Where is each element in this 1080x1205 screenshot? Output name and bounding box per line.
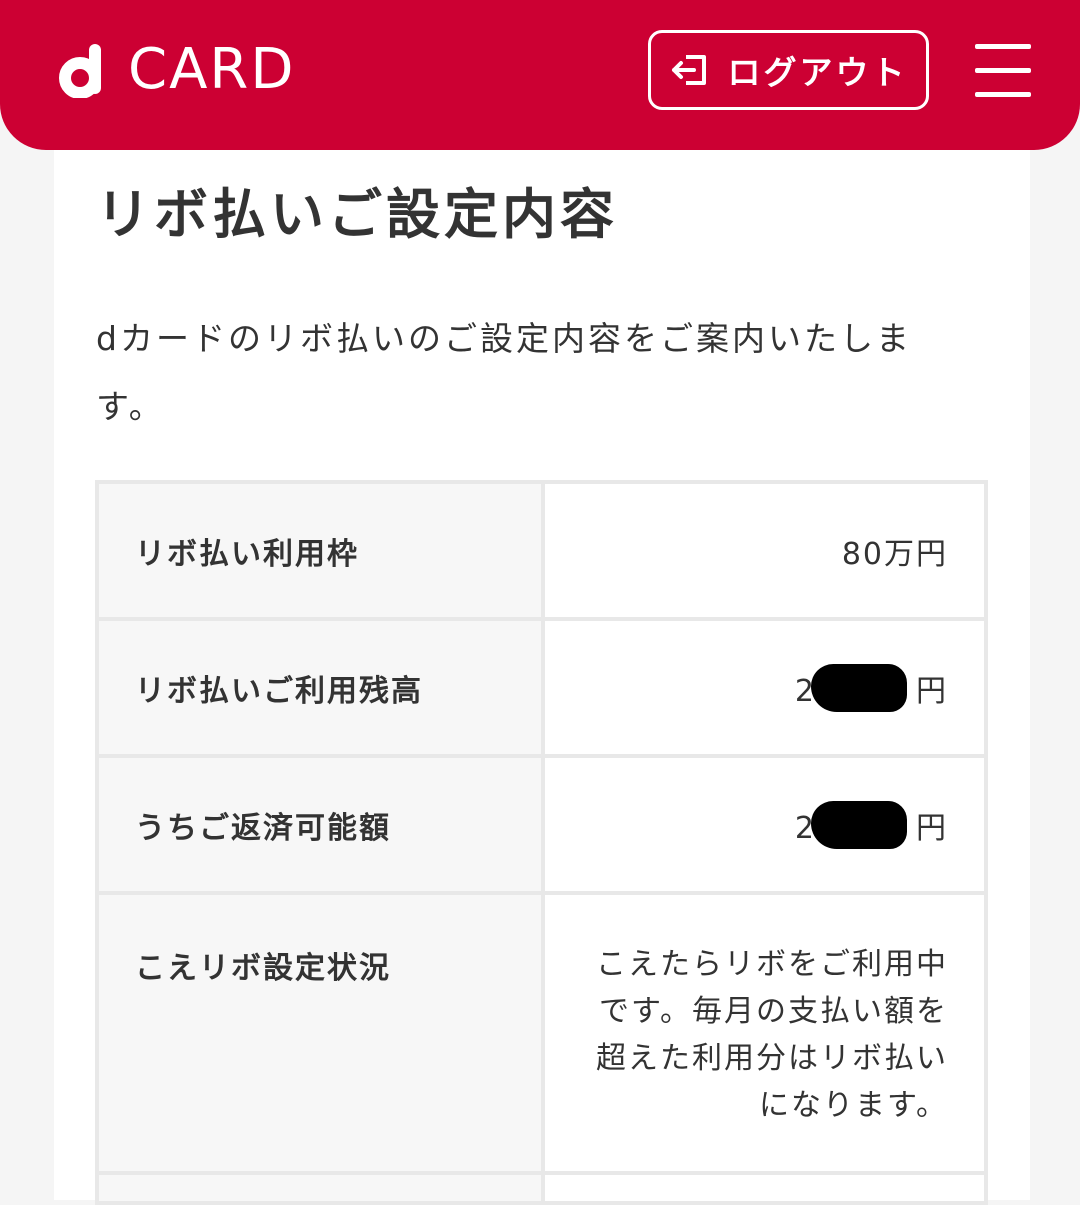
table-row: こえリボ設定状況 こえたらリボをご利用中です。毎月の支払い額を超えた利用分はリボ…: [95, 891, 988, 1175]
menu-line: [975, 92, 1031, 97]
row-label: [95, 1171, 545, 1205]
menu-line: [975, 44, 1031, 49]
hamburger-menu-icon[interactable]: [975, 44, 1031, 98]
row-label: リボ払い利用枠: [95, 480, 545, 621]
page-title: リボ払いご設定内容: [96, 183, 618, 246]
logout-button[interactable]: ログアウト: [648, 30, 929, 110]
table-row: リボ払いご利用残高 2円: [95, 617, 988, 758]
table-row: [95, 1171, 988, 1205]
table-row: うちご返済可能額 2円: [95, 754, 988, 895]
row-value: 2円: [541, 617, 988, 758]
logo-text: CARD: [128, 37, 296, 102]
row-label: こえリボ設定状況: [95, 891, 545, 1175]
intro-text: dカードのリボ払いのご設定内容をご案内いたします。: [96, 319, 912, 426]
redaction-mark: [810, 663, 907, 712]
redaction-mark: [810, 800, 907, 849]
row-label: うちご返済可能額: [95, 754, 545, 895]
d-logo-icon: [59, 44, 101, 98]
redacted-amount: 2: [795, 800, 916, 849]
row-label: リボ払いご利用残高: [95, 617, 545, 758]
table-row: リボ払い利用枠 80万円: [95, 480, 988, 621]
menu-line: [975, 68, 1031, 73]
logout-label: ログアウト: [727, 53, 908, 92]
row-value: [541, 1171, 988, 1205]
row-value: こえたらリボをご利用中です。毎月の支払い額を超えた利用分はリボ払いになります。: [541, 891, 988, 1175]
row-value: 2円: [541, 754, 988, 895]
revolving-settings-table: リボ払い利用枠 80万円 リボ払いご利用残高 2円 うちご返済可能額 2円 こえ…: [95, 480, 988, 1205]
row-value: 80万円: [541, 480, 988, 621]
redacted-amount: 2: [795, 663, 916, 712]
dcard-logo[interactable]: CARD: [58, 42, 295, 98]
app-header: CARD ログアウト: [0, 0, 1080, 150]
content-card: リボ払いご設定内容 dカードのリボ払いのご設定内容をご案内いたします。 リボ払い…: [54, 100, 1030, 1205]
logout-icon: [671, 55, 706, 85]
